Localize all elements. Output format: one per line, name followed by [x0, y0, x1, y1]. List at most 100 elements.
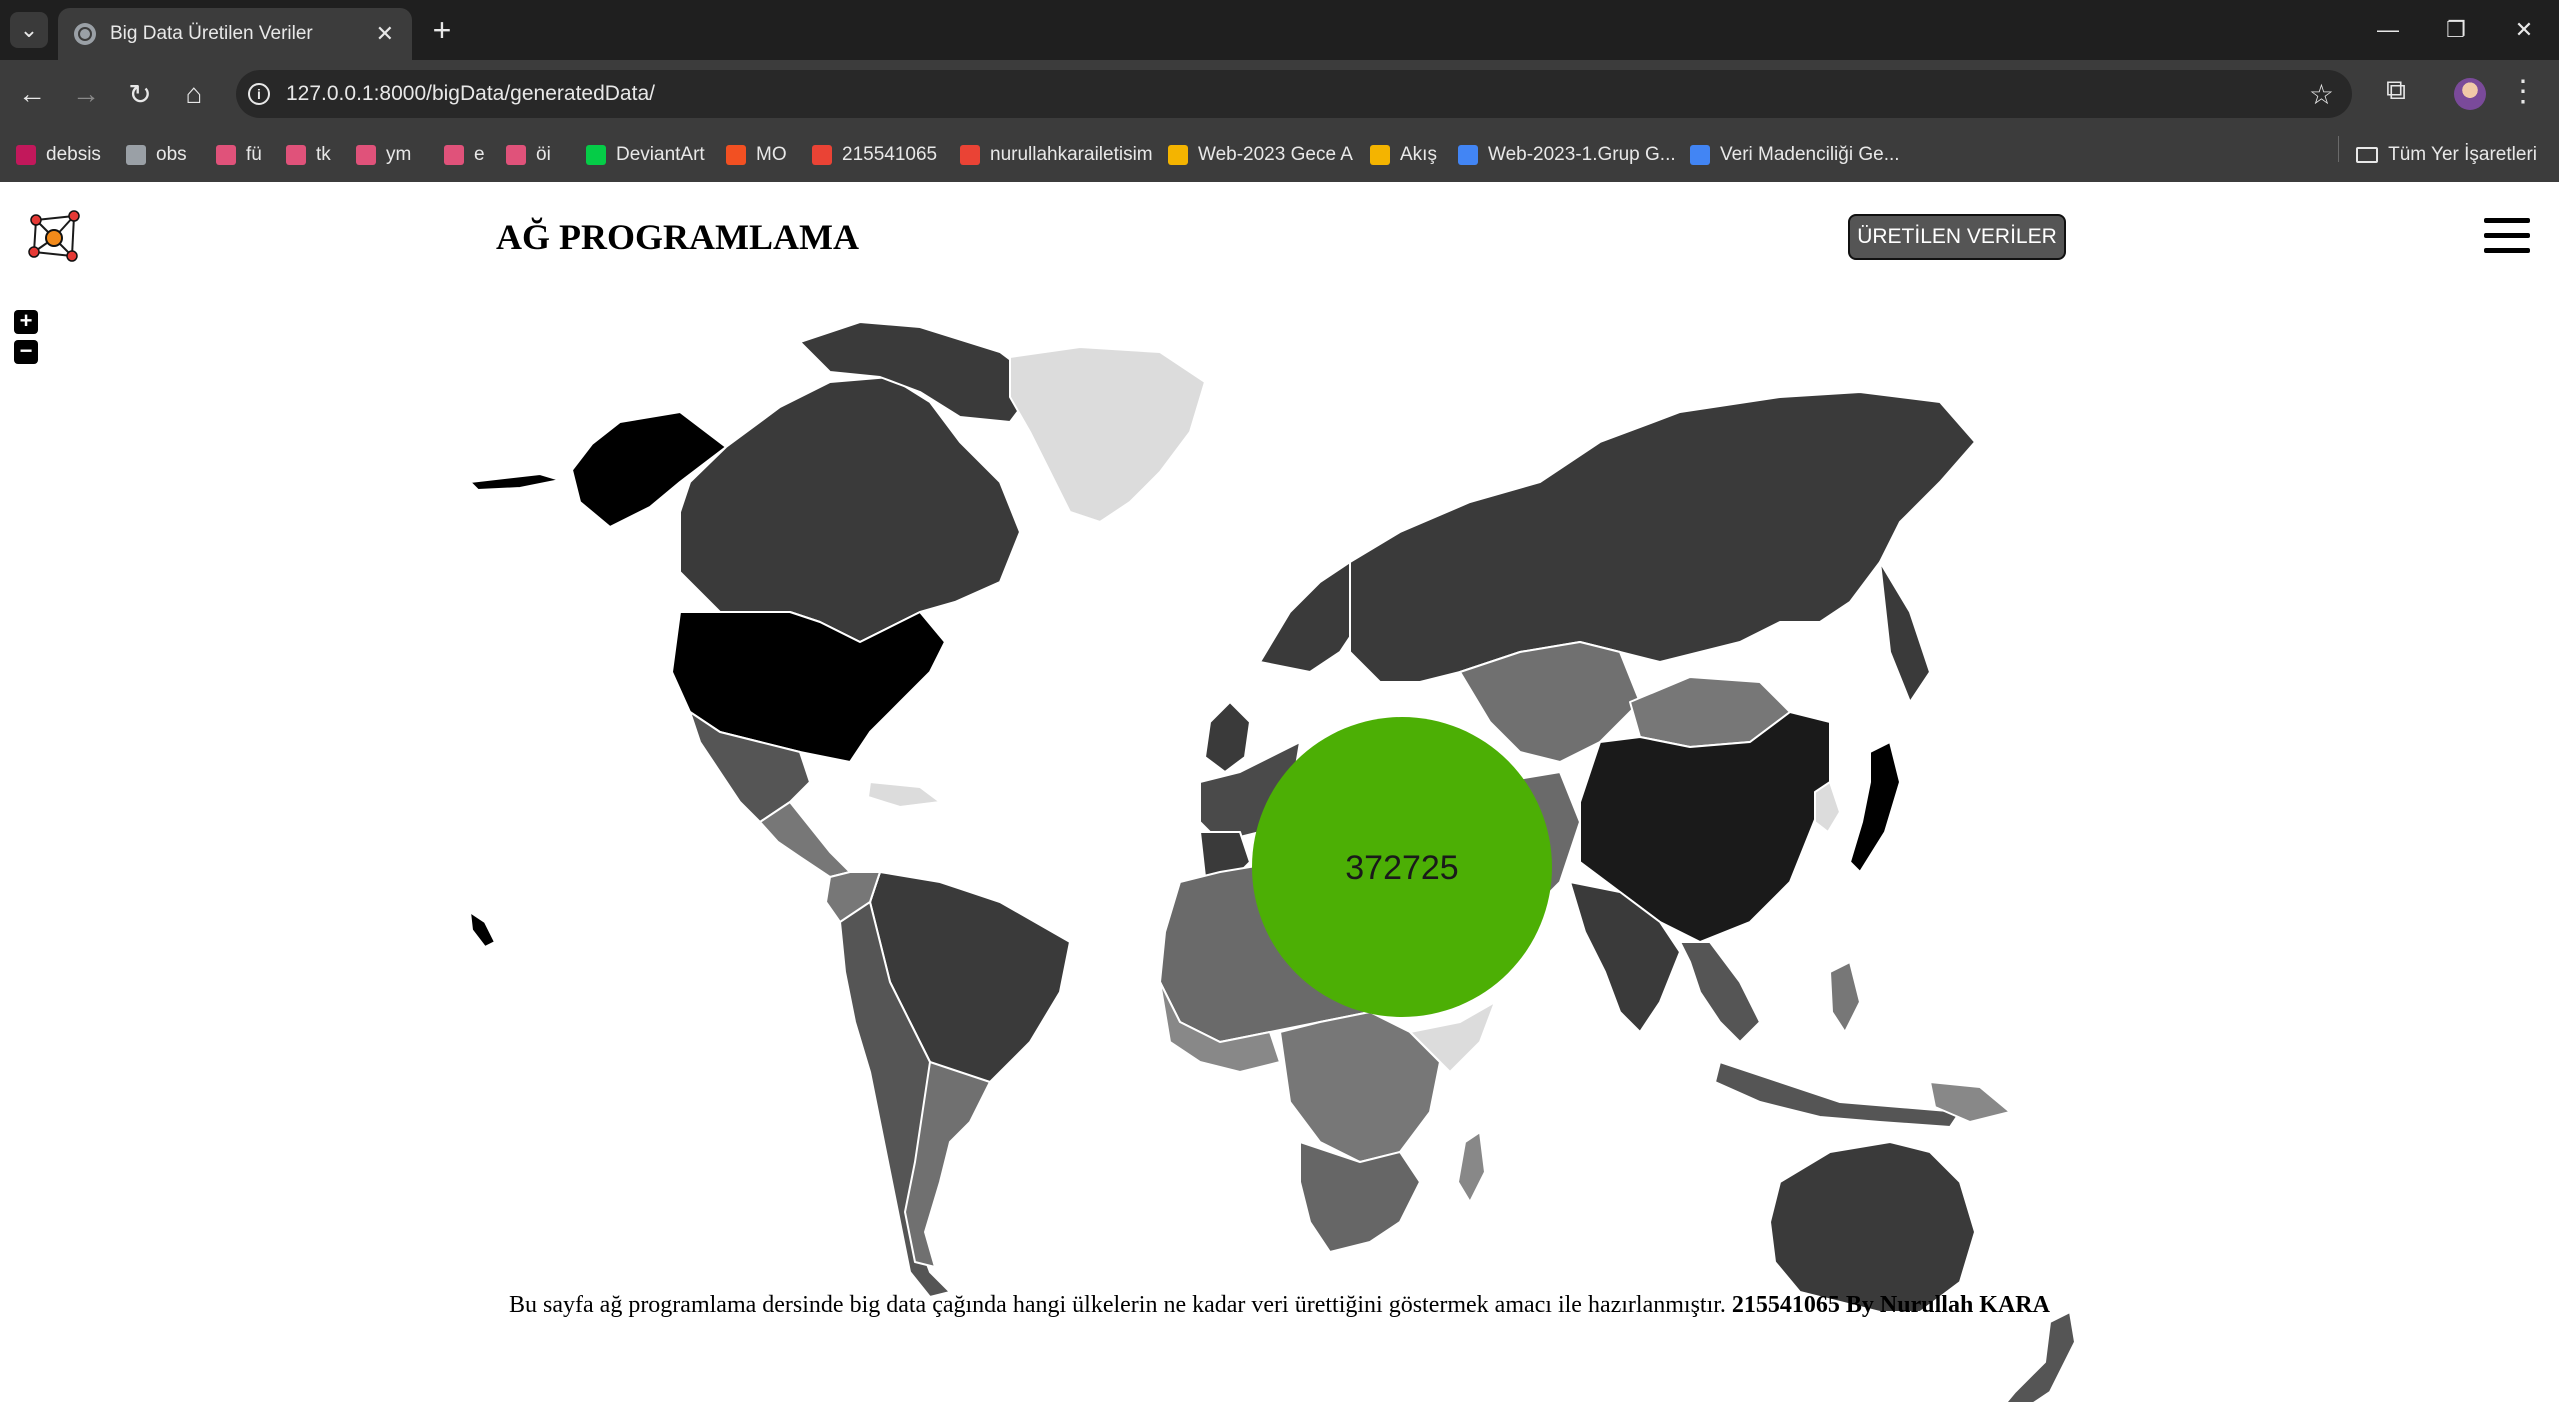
bookmark-item[interactable]: e [444, 140, 485, 170]
zoom-in-button[interactable]: + [14, 310, 38, 334]
country-japan [1849, 741, 1901, 873]
footer-text: Bu sayfa ağ programlama dersinde big dat… [0, 1292, 2559, 1319]
folder-icon [2356, 147, 2379, 163]
southeast-asia [1679, 941, 1761, 1043]
generated-data-button[interactable]: ÜRETİLEN VERİLER [1848, 214, 2066, 260]
home-button[interactable]: ⌂ [174, 74, 214, 114]
hamburger-menu-icon[interactable] [2484, 218, 2530, 254]
bookmark-label: DeviantArt [616, 144, 705, 165]
zoom-out-button[interactable]: − [14, 340, 38, 364]
indonesia [1714, 1061, 1961, 1128]
country-new-zealand [2005, 1311, 2076, 1402]
bookmark-favicon-icon [126, 145, 146, 165]
bookmark-item[interactable]: Web-2023-1.Grup G... [1458, 140, 1676, 170]
globe-icon [74, 23, 96, 45]
bookmark-item[interactable]: Akış [1370, 140, 1437, 170]
bookmark-favicon-icon [960, 145, 980, 165]
bookmark-favicon-icon [444, 145, 464, 165]
bookmark-favicon-icon [726, 145, 746, 165]
window-close-button[interactable]: ✕ [2494, 10, 2554, 50]
tab-search-button[interactable]: ⌄ [10, 12, 48, 48]
bookmark-label: e [474, 144, 485, 165]
restore-button[interactable]: ❐ [2426, 10, 2486, 50]
back-button[interactable]: ← [12, 74, 52, 114]
russia-far-east [1879, 561, 1931, 703]
bookmark-label: debsis [46, 144, 101, 165]
bookmark-item[interactable]: DeviantArt [586, 140, 705, 170]
chevron-down-icon: ⌄ [19, 17, 39, 42]
close-icon[interactable]: ✕ [376, 21, 394, 47]
browser-menu-icon[interactable]: ⋮ [2508, 74, 2538, 109]
bookmark-item[interactable]: tk [286, 140, 331, 170]
bookmark-favicon-icon [216, 145, 236, 165]
bookmark-label: Akış [1400, 144, 1437, 165]
profile-avatar[interactable] [2454, 78, 2486, 110]
bookmark-item[interactable]: öi [506, 140, 551, 170]
bookmark-favicon-icon [1370, 145, 1390, 165]
bubble-value: 372725 [1345, 849, 1458, 887]
country-korea [1814, 781, 1841, 833]
address-bar[interactable]: i 127.0.0.1:8000/bigData/generatedData/ … [236, 70, 2352, 118]
bookmark-label: öi [536, 144, 551, 165]
central-america [759, 801, 851, 878]
browser-titlebar: ⌄ Big Data Üretilen Veriler ✕ + — ❐ ✕ [0, 0, 2559, 60]
bookmark-favicon-icon [1690, 145, 1710, 165]
bookmark-favicon-icon [16, 145, 36, 165]
browser-toolbar: ← → ↻ ⌂ i 127.0.0.1:8000/bigData/generat… [0, 60, 2559, 128]
reload-button[interactable]: ↻ [120, 74, 160, 114]
bookmark-favicon-icon [586, 145, 606, 165]
country-madagascar [1457, 1131, 1486, 1203]
all-bookmarks-button[interactable]: Tüm Yer İşaretleri [2356, 140, 2537, 170]
country-russia [1349, 391, 1976, 683]
footer-description: Bu sayfa ağ programlama dersinde big dat… [509, 1292, 1726, 1318]
url-text[interactable]: 127.0.0.1:8000/bigData/generatedData/ [286, 82, 2309, 106]
site-info-icon[interactable]: i [248, 83, 270, 105]
hawaii-islands [469, 911, 496, 948]
bookmark-favicon-icon [506, 145, 526, 165]
bookmark-favicon-icon [1458, 145, 1478, 165]
uk-ireland [1204, 701, 1251, 773]
all-bookmarks-label: Tüm Yer İşaretleri [2388, 144, 2537, 165]
bookmark-label: Veri Madenciliği Ge... [1720, 144, 1900, 165]
bookmark-favicon-icon [356, 145, 376, 165]
bookmark-item[interactable]: nurullahkarailetisim [960, 140, 1153, 170]
philippines [1829, 961, 1861, 1033]
world-map[interactable]: 372725 [440, 292, 2120, 1402]
page-title: AĞ PROGRAMLAMA [496, 217, 859, 257]
bookmark-item[interactable]: Web-2023 Gece A [1168, 140, 1353, 170]
bookmark-item[interactable]: Veri Madenciliği Ge... [1690, 140, 1900, 170]
bookmark-item[interactable]: obs [126, 140, 187, 170]
country-greenland [1009, 346, 1206, 523]
footer-author: 215541065 By Nurullah KARA [1731, 1292, 2050, 1318]
bookmark-favicon-icon [286, 145, 306, 165]
bookmark-label: tk [316, 144, 331, 165]
bookmark-item[interactable]: fü [216, 140, 262, 170]
tab-title: Big Data Üretilen Veriler [110, 23, 313, 44]
bookmark-label: Web-2023-1.Grup G... [1488, 144, 1676, 165]
bookmark-label: Web-2023 Gece A [1198, 144, 1353, 165]
bookmark-item[interactable]: 215541065 [812, 140, 937, 170]
bookmark-label: obs [156, 144, 187, 165]
new-tab-button[interactable]: + [424, 12, 460, 48]
country-australia [1769, 1141, 1976, 1313]
bookmark-label: MO [756, 144, 787, 165]
bookmark-favicon-icon [812, 145, 832, 165]
network-logo-icon[interactable] [26, 208, 84, 266]
bookmark-item[interactable]: debsis [16, 140, 101, 170]
caribbean-islands [867, 781, 941, 808]
bookmark-star-icon[interactable]: ☆ [2309, 78, 2334, 111]
bookmark-item[interactable]: ym [356, 140, 411, 170]
forward-button[interactable]: → [66, 74, 106, 114]
browser-tab[interactable]: Big Data Üretilen Veriler ✕ [58, 8, 412, 60]
page-content: AĞ PROGRAMLAMA ÜRETİLEN VERİLER + − 3727… [0, 182, 2559, 1402]
bookmark-label: fü [246, 144, 262, 165]
bookmark-label: nurullahkarailetisim [990, 144, 1153, 165]
bookmark-label: 215541065 [842, 144, 938, 165]
bookmarks-divider [2338, 136, 2339, 162]
bookmarks-bar: Tüm Yer İşaretleri debsis obs fü tk ym e öi Dev… [0, 128, 2559, 183]
aleutian-islands [469, 473, 561, 491]
minimize-button[interactable]: — [2358, 10, 2418, 50]
extensions-icon[interactable]: ⧉ [2376, 74, 2416, 107]
bookmark-favicon-icon [1168, 145, 1188, 165]
bookmark-item[interactable]: MO [726, 140, 787, 170]
